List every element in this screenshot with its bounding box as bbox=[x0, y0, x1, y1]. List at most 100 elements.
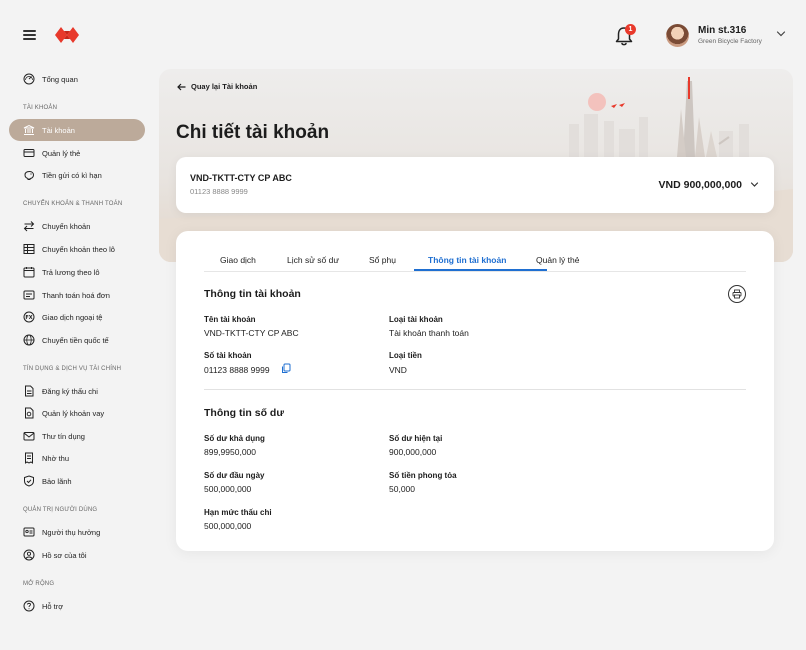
sidebar-item-label: Bảo lãnh bbox=[42, 476, 72, 486]
back-link-label: Quay lại Tài khoản bbox=[191, 82, 258, 91]
field-label: Hạn mức thấu chi bbox=[204, 508, 272, 517]
envelope-icon bbox=[23, 430, 35, 442]
sidebar-item-label: Nhờ thu bbox=[42, 453, 70, 463]
sidebar-item-bill-payment[interactable]: Thanh toán hoá đơn bbox=[9, 284, 145, 306]
sidebar-item-card-management[interactable]: Quản lý thẻ bbox=[9, 142, 145, 164]
account-number: 01123 8888 9999 bbox=[190, 187, 248, 196]
page-title: Chi tiết tài khoản bbox=[176, 122, 330, 143]
sidebar-item-transfer[interactable]: Chuyển khoản bbox=[9, 215, 145, 237]
field-value: 899,9950,000 bbox=[204, 447, 256, 457]
account-name: VND-TKTT-CTY CP ABC bbox=[190, 173, 292, 183]
chevron-down-icon[interactable] bbox=[776, 30, 786, 38]
id-card-icon bbox=[23, 526, 35, 538]
sidebar-section-title: MỞ RỘNG bbox=[23, 581, 55, 587]
transfer-arrows-icon bbox=[23, 220, 35, 232]
sidebar-item-overdraft-registration[interactable]: Đăng ký thấu chi bbox=[9, 380, 145, 402]
user-name: Min st.316 bbox=[698, 25, 747, 36]
sidebar-section-title: TÍN DỤNG & DỊCH VỤ TÀI CHÍNH bbox=[23, 366, 122, 372]
user-company: Green Bicycle Factory bbox=[698, 38, 762, 45]
tab-bar: Giao dịch Lịch sử số dư Sổ phụ Thông tin… bbox=[204, 251, 746, 272]
loan-document-icon bbox=[23, 407, 35, 419]
sidebar-item-term-deposit[interactable]: Tiền gửi có kì hạn bbox=[9, 164, 145, 186]
piggy-bank-icon bbox=[23, 169, 35, 181]
field-value: 500,000,000 bbox=[204, 484, 252, 494]
sidebar-item-support[interactable]: Hỗ trợ bbox=[9, 595, 145, 617]
sidebar-item-label: Người thụ hưởng bbox=[42, 527, 101, 537]
active-tab-indicator bbox=[414, 269, 547, 271]
sidebar-item-label: Quản lý thẻ bbox=[42, 148, 81, 158]
tab-balance-history[interactable]: Lịch sử số dư bbox=[287, 255, 339, 265]
field-value: Tài khoản thanh toán bbox=[389, 328, 469, 338]
field-value: 01123 8888 9999 bbox=[204, 365, 270, 375]
table-icon bbox=[23, 243, 35, 255]
sidebar-item-batch-payroll[interactable]: Trả lương theo lô bbox=[9, 261, 145, 283]
card-icon bbox=[23, 147, 35, 159]
sidebar-item-guarantee[interactable]: Bảo lãnh bbox=[9, 470, 145, 492]
sidebar-item-label: Tiền gửi có kì hạn bbox=[42, 170, 102, 180]
sidebar-item-forex[interactable]: FX Giao dịch ngoại tệ bbox=[9, 306, 145, 328]
sidebar-item-collection[interactable]: Nhờ thu bbox=[9, 447, 145, 469]
sidebar-item-loan-management[interactable]: Quản lý khoản vay bbox=[9, 402, 145, 424]
print-button[interactable] bbox=[728, 285, 746, 303]
chevron-down-icon[interactable] bbox=[750, 181, 759, 188]
avatar[interactable] bbox=[666, 24, 689, 47]
printer-icon bbox=[732, 289, 742, 299]
bill-icon bbox=[23, 289, 35, 301]
menu-icon[interactable] bbox=[23, 30, 36, 40]
sidebar-item-accounts[interactable]: Tài khoản bbox=[9, 119, 145, 141]
sidebar-item-label: Thanh toán hoá đơn bbox=[42, 290, 110, 300]
sidebar-section-title: CHUYỂN KHOẢN & THANH TOÁN bbox=[23, 201, 123, 207]
field-label: Số dư đầu ngày bbox=[204, 471, 265, 480]
field-value: 900,000,000 bbox=[389, 447, 437, 457]
account-selector[interactable]: VND-TKTT-CTY CP ABC 01123 8888 9999 VND … bbox=[176, 157, 774, 213]
sidebar-item-label: Chuyển khoản theo lô bbox=[42, 244, 115, 254]
sidebar-item-label: Thư tín dụng bbox=[42, 431, 85, 441]
tab-statement[interactable]: Sổ phụ bbox=[369, 255, 396, 265]
field-label: Loại tài khoản bbox=[389, 315, 443, 324]
calendar-icon bbox=[23, 266, 35, 278]
field-label: Số dư hiện tại bbox=[389, 434, 443, 443]
brand-logo bbox=[55, 27, 79, 43]
sidebar-item-label: Hồ sơ của tôi bbox=[42, 550, 87, 560]
sidebar-item-label: Đăng ký thấu chi bbox=[42, 386, 98, 396]
receipt-icon bbox=[23, 452, 35, 464]
back-to-accounts-link[interactable]: Quay lại Tài khoản bbox=[177, 82, 257, 91]
sidebar-item-international-transfer[interactable]: Chuyển tiền quốc tế bbox=[9, 329, 145, 351]
sidebar-item-overview[interactable]: Tổng quan bbox=[9, 68, 145, 90]
globe-icon bbox=[23, 334, 35, 346]
sidebar-item-label: Trả lương theo lô bbox=[42, 267, 100, 277]
field-value: 500,000,000 bbox=[204, 521, 252, 531]
field-label: Số tiền phong tỏa bbox=[389, 471, 457, 480]
sidebar-section-title: QUẢN TRỊ NGƯỜI DÙNG bbox=[23, 507, 98, 513]
fx-icon: FX bbox=[23, 311, 35, 323]
field-label: Tên tài khoản bbox=[204, 315, 256, 324]
account-balance: VND 900,000,000 bbox=[658, 179, 742, 191]
field-value: VND bbox=[389, 365, 407, 375]
sidebar-item-label: Quản lý khoản vay bbox=[42, 408, 105, 418]
sidebar-item-label: Chuyển tiền quốc tế bbox=[42, 335, 109, 345]
account-detail-panel: Giao dịch Lịch sử số dư Sổ phụ Thông tin… bbox=[176, 231, 774, 551]
copy-icon[interactable] bbox=[281, 363, 291, 374]
shield-icon bbox=[23, 475, 35, 487]
sidebar-item-label: Tổng quan bbox=[42, 74, 78, 84]
arrow-left-icon bbox=[177, 83, 186, 90]
field-value: VND-TKTT-CTY CP ABC bbox=[204, 328, 299, 338]
section-title: Thông tin tài khoản bbox=[204, 288, 301, 300]
tab-account-info[interactable]: Thông tin tài khoản bbox=[428, 255, 506, 265]
field-value: 50,000 bbox=[389, 484, 415, 494]
bank-icon bbox=[23, 124, 35, 136]
document-icon bbox=[23, 385, 35, 397]
help-icon bbox=[23, 600, 35, 612]
divider bbox=[204, 389, 746, 390]
field-label: Loại tiền bbox=[389, 351, 422, 360]
user-circle-icon bbox=[23, 549, 35, 561]
sidebar-item-beneficiaries[interactable]: Người thụ hưởng bbox=[9, 521, 145, 543]
sidebar-item-label: Tài khoản bbox=[42, 125, 75, 135]
tab-card-management[interactable]: Quản lý thẻ bbox=[536, 255, 579, 265]
sidebar-item-batch-transfer[interactable]: Chuyển khoản theo lô bbox=[9, 238, 145, 260]
sidebar-item-letter-of-credit[interactable]: Thư tín dụng bbox=[9, 425, 145, 447]
field-label: Số dư khả dụng bbox=[204, 434, 265, 443]
sidebar-item-my-profile[interactable]: Hồ sơ của tôi bbox=[9, 544, 145, 566]
tab-transactions[interactable]: Giao dịch bbox=[220, 255, 256, 265]
dashboard-icon bbox=[23, 73, 35, 85]
